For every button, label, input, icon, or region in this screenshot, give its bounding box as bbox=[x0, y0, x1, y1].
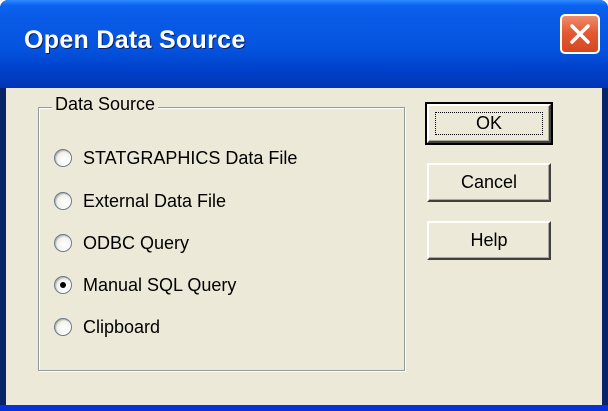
close-icon bbox=[570, 24, 590, 44]
radio-button[interactable] bbox=[54, 234, 72, 252]
radio-label: External Data File bbox=[83, 190, 227, 211]
title-bar[interactable]: Open Data Source bbox=[0, 0, 608, 88]
data-source-group-label: Data Source bbox=[52, 94, 159, 115]
radio-button-selected[interactable] bbox=[54, 276, 72, 294]
ok-button-label: OK bbox=[475, 113, 502, 133]
radio-button[interactable] bbox=[54, 149, 72, 167]
help-button-label: Help bbox=[470, 230, 508, 250]
window-bottom-border bbox=[0, 405, 608, 411]
radio-label: ODBC Query bbox=[83, 232, 190, 253]
open-data-source-dialog: Open Data Source Data Source STATGRAPHIC… bbox=[0, 0, 608, 411]
radio-external-data-file[interactable]: External Data File bbox=[54, 188, 226, 214]
radio-statgraphics-data-file[interactable]: STATGRAPHICS Data File bbox=[54, 145, 297, 171]
radio-clipboard[interactable]: Clipboard bbox=[54, 314, 160, 340]
radio-odbc-query[interactable]: ODBC Query bbox=[54, 230, 189, 256]
close-button[interactable] bbox=[560, 14, 600, 54]
dialog-body: Data Source STATGRAPHICS Data File Exter… bbox=[6, 88, 602, 405]
radio-label: Clipboard bbox=[83, 316, 161, 337]
radio-label: STATGRAPHICS Data File bbox=[83, 147, 298, 168]
help-button[interactable]: Help bbox=[427, 221, 551, 260]
cancel-button[interactable]: Cancel bbox=[427, 163, 551, 202]
radio-button[interactable] bbox=[54, 318, 72, 336]
radio-selected-dot-icon bbox=[60, 282, 66, 288]
cancel-button-label: Cancel bbox=[460, 172, 518, 192]
radio-manual-sql-query[interactable]: Manual SQL Query bbox=[54, 272, 236, 298]
ok-button[interactable]: OK bbox=[425, 102, 553, 145]
radio-button[interactable] bbox=[54, 192, 72, 210]
radio-label: Manual SQL Query bbox=[83, 274, 237, 295]
window-title: Open Data Source bbox=[24, 26, 246, 54]
